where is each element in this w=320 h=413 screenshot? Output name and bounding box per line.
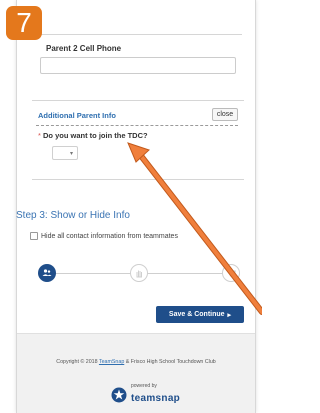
dashed-divider	[36, 125, 238, 126]
users-icon[interactable]	[38, 264, 56, 282]
copyright-suffix: & Frisco High School Touchdown Club	[124, 359, 216, 365]
copyright-prefix: Copyright © 2018	[56, 359, 99, 365]
save-continue-label: Save & Continue	[168, 311, 225, 318]
tdc-question-text: Do you want to join the TDC?	[43, 131, 148, 140]
step3-title: Step 3: Show or Hide Info	[16, 210, 130, 221]
footer: Copyright © 2018 TeamSnap & Frisco High …	[17, 333, 255, 413]
teamsnap-logo-icon	[111, 387, 127, 402]
tdc-select[interactable]: ▾	[52, 146, 78, 160]
play-arrow-icon: ▸	[227, 311, 232, 319]
hide-contact-checkbox[interactable]	[30, 232, 38, 240]
required-mark: *	[38, 131, 41, 140]
powered-by-text: powered by teamsnap	[131, 384, 180, 405]
progress-steps	[32, 262, 246, 284]
step-number-badge: 7	[6, 6, 42, 40]
hide-contact-label: Hide all contact information from teamma…	[41, 232, 178, 240]
hide-contact-checkbox-row[interactable]: Hide all contact information from teamma…	[30, 232, 178, 240]
additional-parent-info-panel: Additional Parent Info close * Do you wa…	[32, 100, 244, 180]
save-continue-button[interactable]: Save & Continue ▸	[156, 306, 244, 323]
teamsnap-link[interactable]: TeamSnap	[99, 359, 124, 365]
cart-icon[interactable]	[222, 264, 240, 282]
powered-by-label: powered by	[131, 383, 157, 389]
panel-title: Additional Parent Info	[38, 111, 116, 120]
select-caret-icon: ▾	[69, 151, 73, 157]
teamsnap-wordmark: teamsnap	[131, 393, 181, 404]
divider	[30, 34, 242, 35]
close-button[interactable]: close	[212, 108, 238, 121]
hand-icon[interactable]	[130, 264, 148, 282]
tdc-question-label: * Do you want to join the TDC?	[38, 131, 148, 140]
copyright-text: Copyright © 2018 TeamSnap & Frisco High …	[17, 359, 255, 365]
parent2-phone-input[interactable]	[40, 57, 236, 74]
powered-by-teamsnap[interactable]: powered by teamsnap	[111, 384, 180, 405]
parent2-phone-label: Parent 2 Cell Phone	[46, 44, 122, 53]
